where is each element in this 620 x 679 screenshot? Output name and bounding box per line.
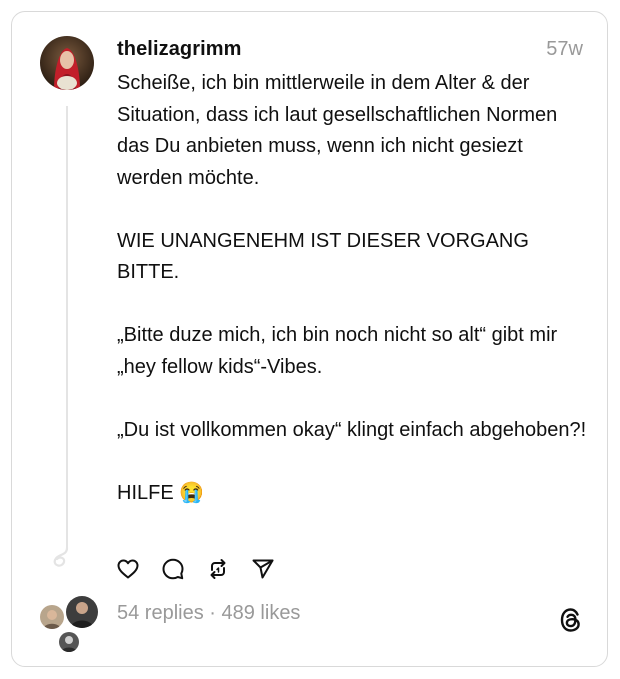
replier-avatar xyxy=(64,594,100,630)
post-text: Scheiße, ich bin mittlerweile in dem Alt… xyxy=(117,72,587,504)
comment-icon xyxy=(162,558,184,580)
likes-count[interactable]: 489 likes xyxy=(222,602,301,624)
heart-icon xyxy=(117,559,139,579)
threads-logo-icon[interactable] xyxy=(558,606,584,634)
replies-count[interactable]: 54 replies xyxy=(117,602,204,624)
thread-curl xyxy=(53,546,69,567)
repost-button[interactable] xyxy=(206,557,230,581)
like-button[interactable] xyxy=(116,557,140,581)
post-stats: 54 replies · 489 likes xyxy=(117,602,300,625)
author-avatar[interactable] xyxy=(40,36,94,90)
reply-button[interactable] xyxy=(161,557,185,581)
post-timestamp[interactable]: 57w xyxy=(546,38,583,61)
author-username[interactable]: thelizagrimm xyxy=(117,38,242,61)
send-icon xyxy=(252,559,274,579)
replier-avatar xyxy=(38,603,66,631)
action-bar xyxy=(116,557,296,581)
thread-line xyxy=(66,106,68,550)
stats-separator: · xyxy=(203,602,222,624)
repost-icon xyxy=(210,559,226,579)
replier-avatar xyxy=(57,630,81,654)
share-button[interactable] xyxy=(251,557,275,581)
